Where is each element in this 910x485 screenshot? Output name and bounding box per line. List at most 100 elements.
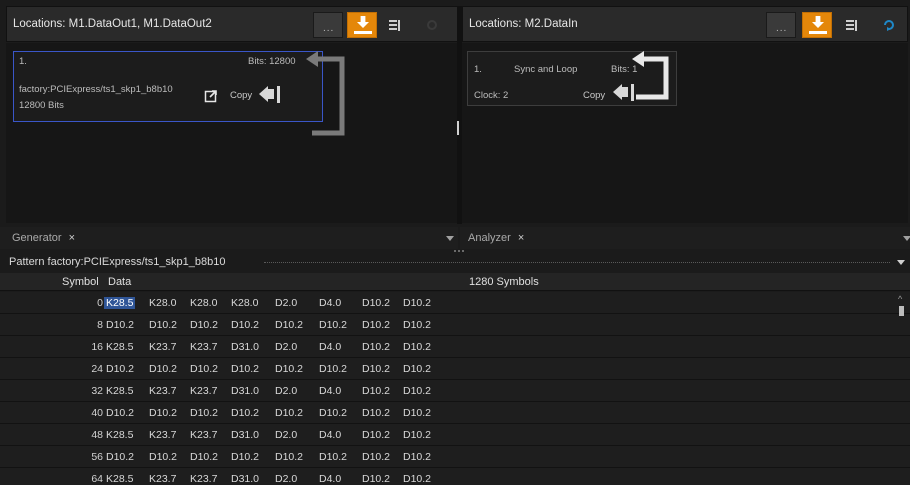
data-cell[interactable]: D10.2 [190, 363, 218, 375]
chevron-down-icon[interactable] [903, 236, 910, 242]
data-cell[interactable]: K23.7 [149, 341, 176, 353]
data-cell[interactable]: D10.2 [190, 407, 218, 419]
data-cell[interactable]: D4.0 [319, 473, 341, 485]
vertical-scrollbar[interactable]: ^ [896, 292, 906, 482]
data-cell[interactable]: K28.5 [106, 429, 133, 441]
data-cell[interactable]: D10.2 [106, 319, 134, 331]
data-cell[interactable]: D31.0 [231, 385, 259, 397]
data-cell[interactable]: D4.0 [319, 341, 341, 353]
data-cell[interactable]: K23.7 [190, 385, 217, 397]
data-cell[interactable]: K28.5 [106, 341, 133, 353]
data-cell[interactable]: K28.5 [106, 473, 133, 485]
symbol-column-header[interactable]: Symbol [62, 276, 99, 288]
scroll-thumb[interactable] [899, 306, 904, 316]
right-more-button[interactable]: ... [766, 12, 796, 38]
data-cell[interactable]: D10.2 [275, 363, 303, 375]
copy-label[interactable]: Copy [583, 90, 605, 101]
data-cell[interactable]: D4.0 [319, 429, 341, 441]
table-row: 56 D10.2 D10.2 D10.2 D10.2 D10.2 D10.2 D10.2 D10… [0, 446, 910, 468]
close-icon[interactable]: × [69, 232, 75, 244]
close-icon[interactable]: × [518, 232, 524, 244]
tab-generator[interactable]: Generator × [12, 232, 75, 244]
data-cell[interactable]: K23.7 [190, 473, 217, 485]
data-cell[interactable]: D10.2 [106, 451, 134, 463]
data-cell[interactable]: D10.2 [362, 297, 390, 309]
left-more-button[interactable]: ... [313, 12, 343, 38]
data-cell[interactable]: D10.2 [319, 363, 347, 375]
data-cell[interactable]: D10.2 [149, 451, 177, 463]
left-sync-button[interactable] [417, 12, 447, 38]
data-cell[interactable]: D10.2 [362, 473, 390, 485]
data-cell[interactable]: D31.0 [231, 473, 259, 485]
data-cell[interactable]: D10.2 [231, 363, 259, 375]
right-download-button[interactable] [802, 12, 832, 38]
data-cell[interactable]: D10.2 [403, 451, 431, 463]
generator-segment[interactable]: 1. Bits: 12800 factory:PCIExpress/ts1_sk… [13, 51, 323, 122]
data-cell[interactable]: K28.5 [104, 297, 136, 309]
data-cell[interactable]: D2.0 [275, 429, 297, 441]
data-cell[interactable]: D2.0 [275, 297, 297, 309]
data-cell[interactable]: D10.2 [362, 385, 390, 397]
data-cell[interactable]: D10.2 [362, 341, 390, 353]
data-cell[interactable]: D10.2 [149, 407, 177, 419]
right-sync-button[interactable] [874, 12, 904, 38]
data-cell[interactable]: D10.2 [362, 451, 390, 463]
data-cell[interactable]: D10.2 [190, 319, 218, 331]
data-cell[interactable]: D10.2 [403, 385, 431, 397]
data-cell[interactable]: K23.7 [149, 473, 176, 485]
data-cell[interactable]: D4.0 [319, 385, 341, 397]
chevron-down-icon[interactable] [446, 236, 454, 242]
data-cell[interactable]: D2.0 [275, 473, 297, 485]
copy-icon[interactable] [256, 82, 286, 106]
data-cell[interactable]: D10.2 [362, 363, 390, 375]
left-list-button[interactable] [379, 12, 409, 38]
data-cell[interactable]: K23.7 [190, 341, 217, 353]
data-cell[interactable]: D31.0 [231, 429, 259, 441]
data-cell[interactable]: D10.2 [190, 451, 218, 463]
data-cell[interactable]: D10.2 [149, 319, 177, 331]
data-cell[interactable]: D4.0 [319, 297, 341, 309]
data-cell[interactable]: K28.0 [231, 297, 258, 309]
data-cell[interactable]: D10.2 [403, 429, 431, 441]
data-cell[interactable]: D10.2 [319, 451, 347, 463]
data-cell[interactable]: D10.2 [231, 451, 259, 463]
chevron-down-icon[interactable] [897, 260, 905, 266]
data-cell[interactable]: K28.0 [149, 297, 176, 309]
data-cell[interactable]: K28.0 [190, 297, 217, 309]
data-cell[interactable]: D2.0 [275, 385, 297, 397]
download-icon [357, 16, 369, 28]
copy-label[interactable]: Copy [230, 90, 252, 101]
data-cell[interactable]: K23.7 [149, 429, 176, 441]
tab-analyzer[interactable]: Analyzer × [468, 232, 524, 244]
data-cell[interactable]: D10.2 [275, 451, 303, 463]
data-cell[interactable]: D10.2 [403, 407, 431, 419]
data-cell[interactable]: D31.0 [231, 341, 259, 353]
data-cell[interactable]: D10.2 [362, 407, 390, 419]
data-cell[interactable]: D10.2 [319, 319, 347, 331]
data-cell[interactable]: D10.2 [231, 319, 259, 331]
left-download-button[interactable] [347, 12, 377, 38]
data-cell[interactable]: D10.2 [403, 341, 431, 353]
data-cell[interactable]: D10.2 [275, 407, 303, 419]
data-cell[interactable]: D10.2 [275, 319, 303, 331]
open-external-icon[interactable] [204, 89, 218, 103]
data-cell[interactable]: D10.2 [362, 429, 390, 441]
data-cell[interactable]: K23.7 [149, 385, 176, 397]
data-cell[interactable]: D10.2 [106, 407, 134, 419]
data-cell[interactable]: D10.2 [403, 473, 431, 485]
data-cell[interactable]: D10.2 [231, 407, 259, 419]
splitter-handle[interactable] [457, 121, 459, 135]
data-cell[interactable]: D10.2 [362, 319, 390, 331]
data-cell[interactable]: D10.2 [106, 363, 134, 375]
data-column-header[interactable]: Data [108, 276, 131, 288]
data-cell[interactable]: D10.2 [403, 319, 431, 331]
data-cell[interactable]: D10.2 [149, 363, 177, 375]
data-cell[interactable]: D10.2 [403, 363, 431, 375]
data-cell[interactable]: D10.2 [319, 407, 347, 419]
data-cell[interactable]: D10.2 [403, 297, 431, 309]
data-cell[interactable]: K28.5 [106, 385, 133, 397]
data-cell[interactable]: D2.0 [275, 341, 297, 353]
right-list-button[interactable] [836, 12, 866, 38]
data-cell[interactable]: K23.7 [190, 429, 217, 441]
scroll-up-icon[interactable]: ^ [898, 294, 902, 304]
